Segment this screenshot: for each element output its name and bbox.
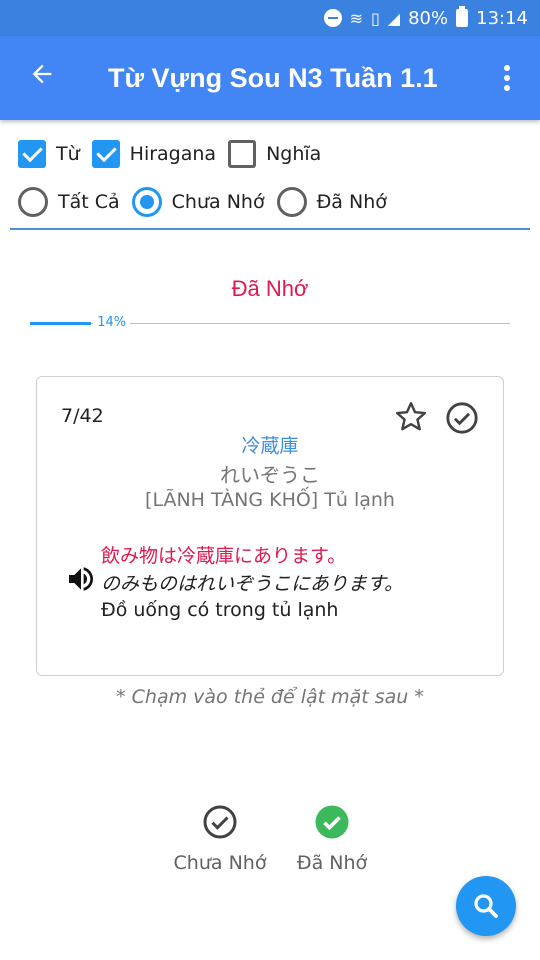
star-icon[interactable] xyxy=(393,399,429,435)
dot xyxy=(504,85,510,91)
checkbox-label: Hiragana xyxy=(129,143,217,165)
card-status-label: Đã Nhớ xyxy=(231,276,309,301)
radio-unselected-icon xyxy=(276,187,307,217)
vocab-meaning: [LÃNH TÀNG KHỐ] Tủ lạnh xyxy=(145,489,395,511)
app-bar: Từ Vựng Sou N3 Tuần 1.1 xyxy=(0,36,540,120)
checkbox-hiragana[interactable]: Hiragana xyxy=(91,140,217,168)
radio-label: Đã Nhớ xyxy=(316,191,387,213)
check-circle-filled-icon xyxy=(315,805,349,839)
radio-remembered[interactable]: Đã Nhớ xyxy=(276,187,387,217)
vocab-hiragana: れいぞうこ xyxy=(220,463,320,487)
page-title: Từ Vựng Sou N3 Tuần 1.1 xyxy=(108,62,438,93)
mark-remembered-button[interactable]: Đã Nhớ xyxy=(262,804,402,874)
flashcard[interactable]: 7/42 冷蔵庫 れいぞうこ [LÃNH TÀNG KHỐ] Tủ lạnh 飲… xyxy=(36,376,504,676)
checkbox-word[interactable]: Từ xyxy=(18,140,80,168)
checkbox-unchecked-icon xyxy=(228,140,257,168)
display-options-row: Từ Hiragana Nghĩa xyxy=(10,130,530,178)
checkbox-meaning[interactable]: Nghĩa xyxy=(228,140,321,168)
arrow-left-icon xyxy=(32,64,52,84)
check-circle-outline-icon xyxy=(203,805,237,839)
radio-selected-icon xyxy=(131,187,162,217)
clock: 13:14 xyxy=(476,7,528,29)
card-counter: 7/42 xyxy=(61,405,104,427)
checkbox-checked-icon xyxy=(18,140,46,168)
status-bar: ≋ ▯ ◢ 80% 13:14 xyxy=(0,0,540,36)
radio-unselected-icon xyxy=(18,187,48,217)
vocab-kanji: 冷蔵庫 xyxy=(241,435,299,457)
progress-percent: 14% xyxy=(93,315,131,330)
example-kana: のみものはれいぞうこにあります。 xyxy=(101,573,404,595)
flip-hint: * Chạm vào thẻ để lật mặt sau * xyxy=(116,686,424,708)
search-icon xyxy=(474,894,498,918)
speaker-icon[interactable] xyxy=(63,563,99,595)
radio-label: Tất Cả xyxy=(58,191,120,213)
signal-icon: ◢ xyxy=(387,8,401,28)
example-vietnamese: Đồ uống có trong tủ lạnh xyxy=(101,599,339,621)
search-button[interactable] xyxy=(456,876,516,936)
filter-options-row: Tất Cả Chưa Nhớ Đã Nhớ xyxy=(10,178,530,226)
checkbox-label: Nghĩa xyxy=(266,143,322,165)
radio-all[interactable]: Tất Cả xyxy=(18,187,120,217)
remembered-label: Đã Nhớ xyxy=(296,852,368,874)
checkbox-label: Từ xyxy=(56,143,80,165)
back-button[interactable] xyxy=(0,60,84,96)
radio-label: Chưa Nhớ xyxy=(171,191,265,213)
progress-fill xyxy=(30,322,92,325)
checkbox-checked-icon xyxy=(91,140,120,168)
radio-not-remembered[interactable]: Chưa Nhớ xyxy=(131,187,265,217)
check-circle-icon[interactable] xyxy=(445,401,479,435)
dot xyxy=(504,65,510,71)
wifi-icon: ≋ xyxy=(349,8,363,28)
progress-bar: 14% xyxy=(30,314,510,334)
filter-panel: Từ Hiragana Nghĩa Tất Cả Chưa Nhớ Đã Nhớ xyxy=(10,120,530,230)
example-japanese: 飲み物は冷蔵庫にあります。 xyxy=(101,545,347,567)
do-not-disturb-icon xyxy=(323,9,342,27)
no-sim-icon: ▯ xyxy=(370,8,380,28)
battery-icon xyxy=(456,6,469,27)
battery-percent: 80% xyxy=(408,7,449,29)
dot xyxy=(504,75,510,81)
more-options-button[interactable] xyxy=(474,65,540,91)
